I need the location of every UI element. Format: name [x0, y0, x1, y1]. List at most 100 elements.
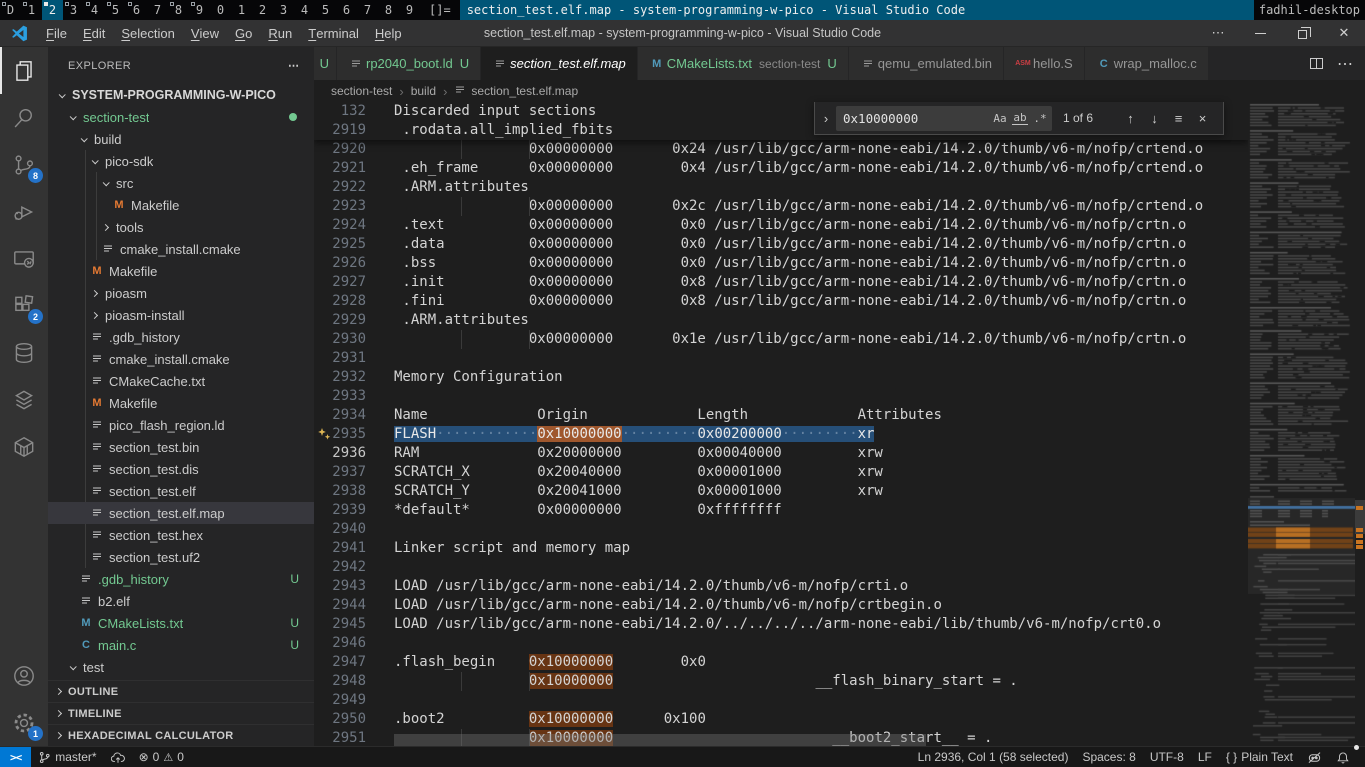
code-line-2947[interactable]: 2947.flash_begin 0x10000000 0x0: [314, 653, 1248, 672]
indentation-item[interactable]: Spaces: 8: [1075, 747, 1142, 767]
settings-gear-icon[interactable]: 1: [0, 699, 48, 746]
extensions-icon[interactable]: 2: [0, 282, 48, 329]
explorer-more-actions-button[interactable]: ⋯: [288, 59, 300, 72]
code-line-2929[interactable]: 2929 .ARM.attributes: [314, 311, 1248, 330]
wm-tag-9[interactable]: 9: [189, 0, 210, 20]
code-line-2941[interactable]: 2941Linker script and memory map: [314, 539, 1248, 558]
wm-tag-9[interactable]: 9: [399, 0, 420, 20]
menu-file[interactable]: File: [38, 20, 75, 47]
code-line-2931[interactable]: 2931: [314, 349, 1248, 368]
tab-hello-s[interactable]: ASMhello.S: [1004, 47, 1085, 80]
code-line-2921[interactable]: 2921 .eh_frame 0x00000000 0x4 /usr/lib/g…: [314, 159, 1248, 178]
code-line-2949[interactable]: 2949: [314, 691, 1248, 710]
wm-tag-4[interactable]: 4: [294, 0, 315, 20]
menu-view[interactable]: View: [183, 20, 227, 47]
tree-item--gdb-history[interactable]: .gdb_history: [48, 326, 314, 348]
code-line-2925[interactable]: 2925 .data 0x00000000 0x0 /usr/lib/gcc/a…: [314, 235, 1248, 254]
wm-tag-1[interactable]: 1: [231, 0, 252, 20]
code-line-2930[interactable]: 2930 0x00000000 0x1e /usr/lib/gcc/arm-no…: [314, 330, 1248, 349]
find-close-button[interactable]: ×: [1192, 108, 1213, 129]
code-line-2938[interactable]: 2938SCRATCH_Y 0x20041000 0x00001000 xrw: [314, 482, 1248, 501]
wm-tag-8[interactable]: 8: [378, 0, 399, 20]
code-line-2942[interactable]: 2942: [314, 558, 1248, 577]
accounts-icon[interactable]: [0, 652, 48, 699]
code-line-2936[interactable]: 2936RAM 0x20000000 0x00040000 xrw: [314, 444, 1248, 463]
code-line-2940[interactable]: 2940: [314, 520, 1248, 539]
tree-item-makefile[interactable]: MMakefile: [48, 260, 314, 282]
run-debug-icon[interactable]: [0, 188, 48, 235]
editor-code-area[interactable]: 132Discarded input sections2919 .rodata.…: [314, 102, 1248, 746]
remote-explorer-icon[interactable]: [0, 235, 48, 282]
explorer-icon[interactable]: [0, 47, 48, 94]
remote-indicator[interactable]: ><: [0, 747, 31, 767]
breadcrumb-section-test-elf-map[interactable]: section_test.elf.map: [454, 84, 578, 99]
tab-partial[interactable]: U: [314, 47, 337, 80]
find-in-selection-button[interactable]: ≡: [1168, 108, 1189, 129]
code-line-2944[interactable]: 2944LOAD /usr/lib/gcc/arm-none-eabi/14.2…: [314, 596, 1248, 615]
code-line-2948[interactable]: 2948 0x10000000 __flash_binary_start = .: [314, 672, 1248, 691]
tree-item-src[interactable]: src: [48, 172, 314, 194]
tab-cmakelists-txt[interactable]: MCMakeLists.txtsection-testU: [638, 47, 849, 80]
tree-item-makefile[interactable]: MMakefile: [48, 194, 314, 216]
section-hexadecimal-calculator[interactable]: HEXADECIMAL CALCULATOR: [48, 724, 314, 746]
code-line-2937[interactable]: 2937SCRATCH_X 0x20040000 0x00001000 xrw: [314, 463, 1248, 482]
wm-tag-D[interactable]: D: [0, 0, 21, 20]
whole-word-toggle[interactable]: ab: [1010, 108, 1030, 128]
wm-tag-5[interactable]: 5: [315, 0, 336, 20]
find-next-button[interactable]: ↓: [1144, 108, 1165, 129]
tree-item-cmake-install-cmake[interactable]: cmake_install.cmake: [48, 238, 314, 260]
wm-tag-0[interactable]: 0: [210, 0, 231, 20]
copilot-status-item[interactable]: [1300, 747, 1329, 767]
code-line-2928[interactable]: 2928 .fini 0x00000000 0x8 /usr/lib/gcc/a…: [314, 292, 1248, 311]
tab-qemu-emulated-bin[interactable]: qemu_emulated.bin: [849, 47, 1004, 80]
copilot-sparkle-icon[interactable]: [317, 427, 331, 447]
code-line-2922[interactable]: 2922 .ARM.attributes: [314, 178, 1248, 197]
notifications-bell[interactable]: [1329, 747, 1357, 767]
tree-item-main-c[interactable]: Cmain.cU: [48, 634, 314, 656]
find-input[interactable]: 0x10000000 Aa ab .*: [836, 106, 1052, 131]
horizontal-scrollbar[interactable]: [394, 734, 926, 746]
wm-tag-5[interactable]: 5: [105, 0, 126, 20]
code-line-2927[interactable]: 2927 .init 0x00000000 0x8 /usr/lib/gcc/a…: [314, 273, 1248, 292]
menu-selection[interactable]: Selection: [113, 20, 182, 47]
section-timeline[interactable]: TIMELINE: [48, 702, 314, 724]
tree-item-pico-sdk[interactable]: pico-sdk: [48, 150, 314, 172]
tree-item-section-test-bin[interactable]: section_test.bin: [48, 436, 314, 458]
regex-toggle[interactable]: .*: [1030, 108, 1050, 128]
tree-item-section-test-dis[interactable]: section_test.dis: [48, 458, 314, 480]
editor-more-actions-button[interactable]: ⋯: [1337, 54, 1353, 74]
overview-ruler[interactable]: [1355, 102, 1365, 746]
match-case-toggle[interactable]: Aa: [990, 108, 1010, 128]
tree-item-pioasm-install[interactable]: pioasm-install: [48, 304, 314, 326]
tree-item-section-test-hex[interactable]: section_test.hex: [48, 524, 314, 546]
tree-item-pioasm[interactable]: pioasm: [48, 282, 314, 304]
source-control-icon[interactable]: 8: [0, 141, 48, 188]
titlebar-more-button[interactable]: ⋯: [1197, 20, 1239, 47]
code-line-2950[interactable]: 2950.boot2 0x10000000 0x100: [314, 710, 1248, 729]
code-line-2939[interactable]: 2939*default* 0x00000000 0xffffffff: [314, 501, 1248, 520]
tree-item--gdb-history[interactable]: .gdb_historyU: [48, 568, 314, 590]
tree-item-system-programming-w-pico[interactable]: SYSTEM-PROGRAMMING-W-PICO: [48, 84, 314, 106]
wm-tag-6[interactable]: 6: [126, 0, 147, 20]
code-line-2926[interactable]: 2926 .bss 0x00000000 0x0 /usr/lib/gcc/ar…: [314, 254, 1248, 273]
tree-item-tools[interactable]: tools: [48, 216, 314, 238]
tree-item-makefile[interactable]: MMakefile: [48, 392, 314, 414]
code-line-2934[interactable]: 2934Name Origin Length Attributes: [314, 406, 1248, 425]
tree-item-cmakelists-txt[interactable]: MCMakeLists.txtU: [48, 612, 314, 634]
container-icon[interactable]: [0, 423, 48, 470]
cursor-position-item[interactable]: Ln 2936, Col 1 (58 selected): [911, 747, 1076, 767]
tree-item-pico-flash-region-ld[interactable]: pico_flash_region.ld: [48, 414, 314, 436]
tab-wrap-malloc-c[interactable]: Cwrap_malloc.c: [1085, 47, 1209, 80]
wm-tag-7[interactable]: 7: [147, 0, 168, 20]
split-editor-icon[interactable]: [1310, 58, 1323, 69]
menu-run[interactable]: Run: [260, 20, 300, 47]
wm-tag-4[interactable]: 4: [84, 0, 105, 20]
git-branch-item[interactable]: master*: [31, 747, 103, 767]
tree-item-cmake-install-cmake[interactable]: cmake_install.cmake: [48, 348, 314, 370]
tab-section-test-elf-map[interactable]: section_test.elf.map: [481, 47, 638, 80]
tree-item-b2-elf[interactable]: b2.elf: [48, 590, 314, 612]
code-line-2923[interactable]: 2923 0x00000000 0x2c /usr/lib/gcc/arm-no…: [314, 197, 1248, 216]
breadcrumb-section-test[interactable]: section-test: [331, 84, 392, 98]
language-mode-item[interactable]: { } Plain Text: [1219, 747, 1300, 767]
code-line-2945[interactable]: 2945LOAD /usr/lib/gcc/arm-none-eabi/14.2…: [314, 615, 1248, 634]
